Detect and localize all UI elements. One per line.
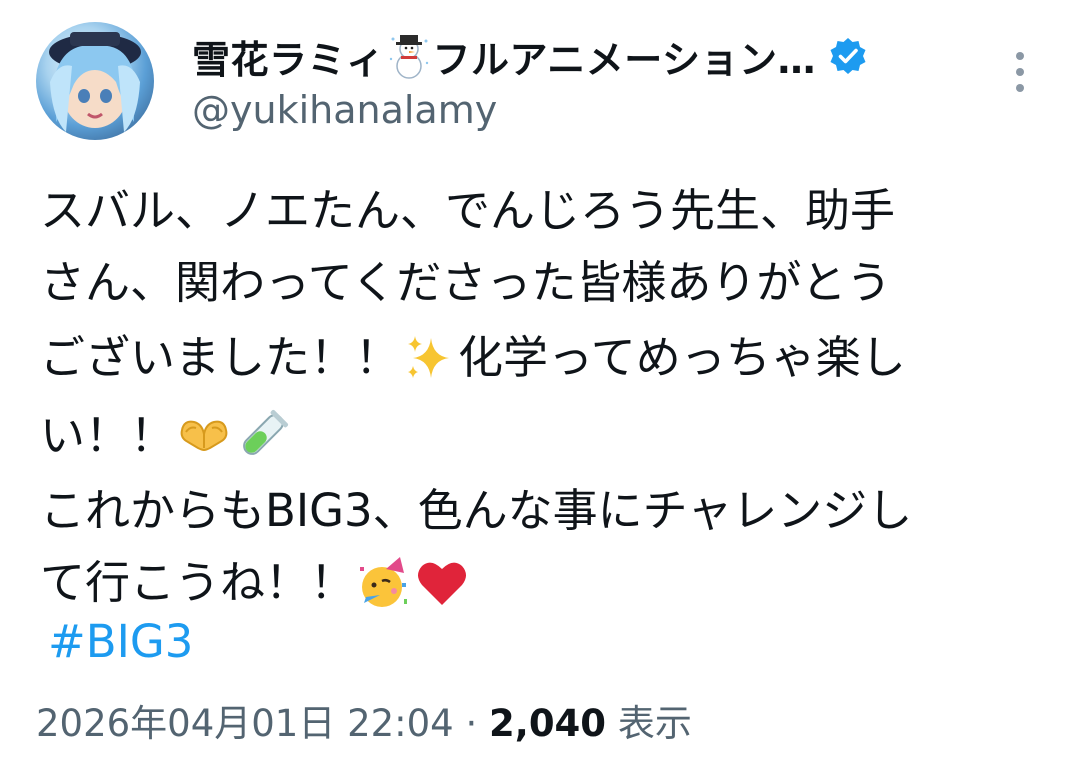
heart-hands-icon xyxy=(176,408,232,464)
more-dot xyxy=(1016,52,1024,60)
verified-badge-icon xyxy=(828,36,868,76)
tweet-text: スバル、ノエたん、でんじろう先生、助手 さん、関わってくださった皆様ありがとう … xyxy=(40,175,1040,619)
tweet-line-text: て行こうね！！ xyxy=(40,556,356,609)
avatar-image xyxy=(49,32,141,132)
tweet-line: さん、関わってくださった皆様ありがとう xyxy=(40,247,1040,319)
tweet-line: い！！ xyxy=(40,397,1040,475)
red-heart-icon xyxy=(414,555,470,611)
tweet-meta: 2026年04月01日 22:04 · 2,040 表示 xyxy=(36,698,692,750)
views-label: 表示 xyxy=(617,702,692,745)
tweet-line: ございました！！ 化学ってめっちゃ楽し xyxy=(40,319,1040,397)
author-display-name[interactable]: 雪花ラミィ xyxy=(192,29,385,84)
tweet-line-text: これからもBIG3、色んな事にチャレンジし xyxy=(40,484,913,537)
more-dot xyxy=(1016,68,1024,76)
tweet-line-text: 化学ってめっちゃ楽し xyxy=(458,331,906,384)
tweet-line-text: さん、関わってくださった皆様ありがとう xyxy=(40,256,892,309)
tweet-line-text: い！！ xyxy=(40,409,176,462)
author-name-row[interactable]: 雪花ラミィ フルアニメーション… xyxy=(192,30,868,82)
tweet-line: て行こうね！！ xyxy=(40,547,1040,619)
tweet-line: スバル、ノエたん、でんじろう先生、助手 xyxy=(40,175,1040,247)
tweet-line-text: スバル、ノエたん、でんじろう先生、助手 xyxy=(40,184,896,237)
test-tube-icon xyxy=(234,408,290,464)
tweet-line: これからもBIG3、色んな事にチャレンジし xyxy=(40,475,1040,547)
sparkles-icon xyxy=(401,330,457,386)
meta-separator: · xyxy=(465,702,478,745)
avatar[interactable] xyxy=(36,22,154,140)
views-count: 2,040 xyxy=(489,702,607,745)
partying-face-icon xyxy=(356,555,412,611)
tweet-line-text: ございました！！ xyxy=(40,331,401,384)
snowman-icon xyxy=(387,33,431,79)
hashtag-link[interactable]: #BIG3 xyxy=(48,612,193,672)
tweet-timestamp[interactable]: 2026年04月01日 22:04 xyxy=(36,702,454,745)
more-options-button[interactable] xyxy=(1000,48,1040,96)
author-name-suffix[interactable]: フルアニメーション… xyxy=(433,29,816,84)
author-handle[interactable]: @yukihanalamy xyxy=(192,88,497,132)
more-dot xyxy=(1016,84,1024,92)
